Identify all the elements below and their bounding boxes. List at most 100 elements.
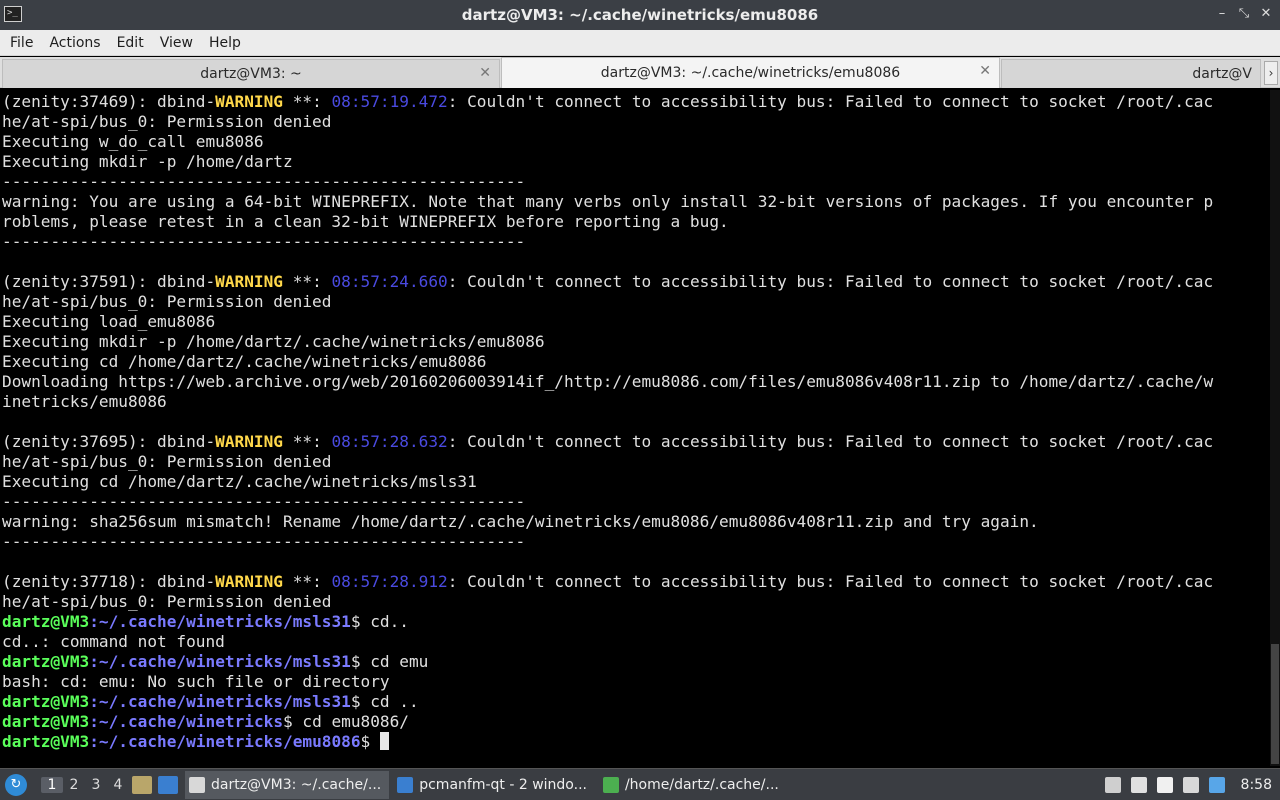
terminal-text: warning: sha256sum mismatch! Rename /hom… — [2, 512, 1039, 531]
tab-home[interactable]: dartz@VM3: ~ ✕ — [2, 59, 500, 88]
desktop-4-button[interactable]: 4 — [107, 777, 129, 793]
tab-label: dartz@VM3: ~ — [200, 66, 302, 82]
terminal-line: he/at-spi/bus_0: Permission denied — [2, 592, 1270, 612]
archive-icon — [602, 776, 619, 793]
terminal-line: cd..: command not found — [2, 632, 1270, 652]
terminal-text: WARNING — [215, 272, 283, 291]
task-pcmanfm[interactable]: pcmanfm-qt - 2 windo... — [393, 771, 595, 799]
terminal-text: ----------------------------------------… — [2, 232, 526, 251]
terminal-line: ----------------------------------------… — [2, 492, 1270, 512]
tab-emu8086[interactable]: dartz@VM3: ~/.cache/winetricks/emu8086 ✕ — [501, 57, 1000, 88]
terminal-text: : — [89, 732, 99, 751]
terminal-text: : — [89, 692, 99, 711]
menu-help[interactable]: Help — [201, 35, 249, 51]
show-desktop-icon[interactable] — [132, 775, 152, 794]
terminal-text: 08:57:28.632 — [331, 432, 448, 451]
terminal-line: dartz@VM3:~/.cache/winetricks/msls31$ cd… — [2, 692, 1270, 712]
terminal-text: 08:57:19.472 — [331, 92, 448, 111]
menu-file[interactable]: File — [2, 35, 41, 51]
terminal-text: dartz@VM3 — [2, 712, 90, 731]
terminal-text: ~/.cache/winetricks/msls31 — [98, 612, 351, 631]
terminal-line: Executing cd /home/dartz/.cache/winetric… — [2, 352, 1270, 372]
terminal-line: Executing mkdir -p /home/dartz — [2, 152, 1270, 172]
terminal-text: WARNING — [215, 572, 283, 591]
terminal-text: ~/.cache/winetricks/msls31 — [98, 692, 351, 711]
terminal-text: he/at-spi/bus_0: Permission denied — [2, 292, 332, 311]
restore-button[interactable]: ⤡ — [1236, 6, 1252, 22]
menu-edit[interactable]: Edit — [109, 35, 152, 51]
tab-scroll-right-button[interactable]: › — [1264, 61, 1278, 85]
terminal-line: dartz@VM3:~/.cache/winetricks/msls31$ cd… — [2, 612, 1270, 632]
clipboard-icon[interactable] — [1156, 777, 1173, 793]
terminal-line: (zenity:37695): dbind-WARNING **: 08:57:… — [2, 432, 1270, 452]
terminal-text: (zenity:37469): dbind- — [2, 92, 216, 111]
update-icon[interactable] — [1208, 777, 1225, 793]
volume-icon[interactable] — [1130, 777, 1147, 793]
menu-actions[interactable]: Actions — [41, 35, 108, 51]
terminal-line: ----------------------------------------… — [2, 172, 1270, 192]
close-tab-icon[interactable]: ✕ — [479, 65, 491, 81]
terminal-text: : — [89, 652, 99, 671]
menu-view[interactable]: View — [152, 35, 201, 51]
terminal-text: Executing mkdir -p /home/dartz — [2, 152, 293, 171]
terminal-text: : — [89, 712, 99, 731]
close-tab-icon[interactable]: ✕ — [979, 63, 991, 79]
terminal-text: : Couldn't connect to accessibility bus:… — [447, 272, 1214, 291]
tab-bar: dartz@VM3: ~ ✕ dartz@VM3: ~/.cache/winet… — [0, 57, 1280, 88]
terminal-line: he/at-spi/bus_0: Permission denied — [2, 112, 1270, 132]
trash-icon[interactable] — [1104, 777, 1121, 793]
terminal-scrollbar[interactable] — [1270, 90, 1280, 766]
desktop-3-button[interactable]: 3 — [85, 777, 107, 793]
terminal-text: (zenity:37591): dbind- — [2, 272, 216, 291]
terminal-icon — [189, 776, 205, 793]
terminal-text: Executing w_do_call emu8086 — [2, 132, 264, 151]
terminal-text: ----------------------------------------… — [2, 492, 526, 511]
terminal-text: dartz@VM3 — [2, 732, 90, 751]
terminal-line: dartz@VM3:~/.cache/winetricks/emu8086$ — [2, 732, 1270, 752]
terminal-text: cd..: command not found — [2, 632, 225, 651]
desktop-1-button[interactable]: 1 — [41, 776, 63, 793]
task-label: dartz@VM3: ~/.cache/... — [211, 776, 382, 793]
close-button[interactable]: ✕ — [1258, 6, 1274, 22]
scrollbar-thumb[interactable] — [1271, 644, 1279, 764]
clock[interactable]: 8:58 — [1241, 777, 1272, 793]
terminal-cursor — [379, 732, 389, 750]
task-archive[interactable]: /home/dartz/.cache/... — [599, 771, 787, 799]
terminal-output[interactable]: (zenity:37469): dbind- WARNING **: 08:57:… — [0, 90, 1270, 766]
terminal-text: : Couldn't connect to accessibility bus:… — [447, 572, 1214, 591]
menu-bar: File Actions Edit View Help — [0, 30, 1280, 56]
terminal-text: ----------------------------------------… — [2, 532, 526, 551]
terminal-text: he/at-spi/bus_0: Permission denied — [2, 112, 332, 131]
terminal-line: warning: You are using a 64-bit WINEPREF… — [2, 192, 1270, 212]
network-icon[interactable] — [1182, 777, 1199, 793]
terminal-line: Executing cd /home/dartz/.cache/winetric… — [2, 472, 1270, 492]
window-titlebar[interactable]: >_ dartz@VM3: ~/.cache/winetricks/emu808… — [0, 0, 1280, 30]
terminal-line: Executing load_emu8086 — [2, 312, 1270, 332]
terminal-text: (zenity:37695): dbind- — [2, 432, 216, 451]
terminal-text: ~/.cache/winetricks — [98, 712, 284, 731]
task-terminal[interactable]: dartz@VM3: ~/.cache/... — [185, 770, 390, 799]
terminal-text: dartz@VM3 — [2, 652, 90, 671]
terminal-line: Downloading https://web.archive.org/web/… — [2, 372, 1270, 392]
start-menu-icon[interactable]: ↻ — [5, 773, 27, 796]
file-manager-icon[interactable] — [158, 775, 178, 794]
terminal-text: roblems, please retest in a clean 32-bit… — [2, 212, 729, 231]
terminal-line: ----------------------------------------… — [2, 532, 1270, 552]
terminal-text: WARNING — [215, 432, 283, 451]
terminal-text: **: — [283, 92, 332, 111]
taskbar: ↻ 1 2 3 4 dartz@VM3: ~/.cache/... pcmanf… — [0, 768, 1280, 800]
terminal-line: inetricks/emu8086 — [2, 392, 1270, 412]
desktop-2-button[interactable]: 2 — [63, 777, 85, 793]
terminal-line: (zenity:37718): dbind-WARNING **: 08:57:… — [2, 572, 1270, 592]
tab-third[interactable]: dartz@V — [1001, 59, 1261, 88]
terminal-line: dartz@VM3:~/.cache/winetricks/msls31$ cd… — [2, 652, 1270, 672]
terminal-line: Executing mkdir -p /home/dartz/.cache/wi… — [2, 332, 1270, 352]
minimize-button[interactable]: – — [1214, 6, 1230, 22]
terminal-line: bash: cd: emu: No such file or directory — [2, 672, 1270, 692]
terminal-text: (zenity:37718): dbind- — [2, 572, 216, 591]
terminal-text: 08:57:28.912 — [331, 572, 448, 591]
terminal-text: $ cd emu8086/ — [283, 712, 409, 731]
terminal-icon: >_ — [4, 6, 22, 22]
